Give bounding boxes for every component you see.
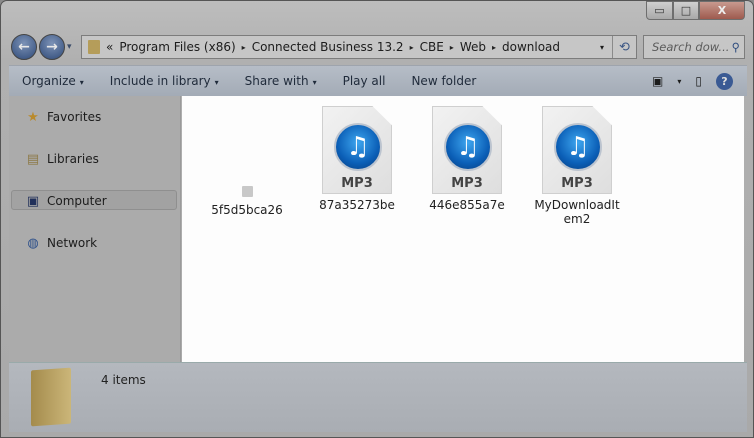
sidebar-item-label: Favorites	[47, 110, 102, 124]
sidebar-item-network[interactable]: ◍ Network	[25, 235, 97, 251]
explorer-window: ▭ □ X ← → ▾ « Program Files (x86) ▸ Conne…	[0, 0, 754, 438]
preview-pane-icon[interactable]: ▯	[695, 74, 702, 88]
view-options-icon[interactable]: ▣	[652, 74, 663, 88]
chevron-down-icon: ▾	[79, 78, 84, 87]
file-type-label: MP3	[451, 176, 483, 191]
mp3-file-icon: ♫ MP3	[432, 106, 502, 194]
navigation: ← → ▾	[11, 34, 72, 60]
library-icon: ▤	[26, 151, 40, 167]
mp3-file-icon: ♫ MP3	[542, 106, 612, 194]
share-with-button[interactable]: Share with ▾	[232, 74, 330, 88]
sidebar-item-computer[interactable]: ▣ Computer	[25, 193, 107, 209]
navigation-pane: ★ Favorites ▤ Libraries ▣ Computer ◍ Network	[9, 96, 181, 362]
breadcrumb-download[interactable]: download	[496, 40, 566, 54]
caption-buttons: ▭ □ X	[646, 1, 745, 20]
file-item[interactable]: ♫ MP3 87a35273be	[312, 106, 402, 212]
search-icon[interactable]: ⚲	[732, 40, 744, 54]
search-input[interactable]: Search dow... ⚲	[643, 35, 745, 59]
mp3-file-icon: ♫ MP3	[322, 106, 392, 194]
address-bar[interactable]: « Program Files (x86) ▸ Connected Busines…	[81, 35, 637, 59]
forward-button[interactable]: →	[39, 34, 65, 60]
file-name: MyDownloadItem2	[534, 198, 620, 226]
organize-button[interactable]: Organize ▾	[9, 74, 97, 88]
include-in-library-button[interactable]: Include in library ▾	[97, 74, 232, 88]
maximize-button[interactable]: □	[673, 1, 699, 20]
overflow-chevron[interactable]: «	[106, 40, 113, 54]
command-bar: Organize ▾ Include in library ▾ Share with…	[9, 65, 747, 96]
file-list: 5f5d5bca26 ♫ MP3 87a35273be ♫ MP3 446e855a…	[182, 96, 744, 362]
close-button[interactable]: X	[699, 1, 745, 20]
chevron-down-icon: ▾	[312, 78, 317, 87]
details-pane: 4 items	[9, 362, 747, 432]
file-item[interactable]: ♫ MP3 MyDownloadItem2	[532, 106, 622, 226]
organize-label: Organize	[22, 74, 76, 88]
file-item[interactable]: 5f5d5bca26	[202, 186, 292, 217]
music-note-icon: ♫	[444, 123, 492, 171]
breadcrumb-program-files[interactable]: Program Files (x86)	[113, 40, 241, 54]
computer-icon: ▣	[26, 193, 40, 209]
folder-icon	[88, 40, 100, 54]
folder-icon	[31, 367, 71, 427]
help-icon[interactable]: ?	[716, 72, 733, 90]
breadcrumb-web[interactable]: Web	[454, 40, 492, 54]
star-icon: ★	[27, 109, 39, 125]
refresh-button[interactable]: ⟲	[612, 36, 636, 58]
address-dropdown-icon[interactable]: ▾	[600, 43, 612, 52]
sidebar-item-favorites[interactable]: ★ Favorites	[25, 109, 101, 125]
network-icon: ◍	[27, 235, 39, 251]
sidebar-item-label: Network	[47, 236, 98, 250]
back-button[interactable]: ←	[11, 34, 37, 60]
breadcrumb-connected-business[interactable]: Connected Business 13.2	[246, 40, 410, 54]
play-all-button[interactable]: Play all	[330, 74, 399, 88]
minimize-button[interactable]: ▭	[646, 1, 673, 20]
share-label: Share with	[244, 74, 309, 88]
music-note-icon: ♫	[554, 123, 602, 171]
file-name: 5f5d5bca26	[211, 203, 283, 217]
file-type-label: MP3	[561, 176, 593, 191]
include-label: Include in library	[109, 74, 211, 88]
file-item[interactable]: ♫ MP3 446e855a7e	[422, 106, 512, 212]
search-placeholder: Search dow...	[652, 40, 730, 54]
item-count: 4 items	[101, 373, 146, 387]
file-type-label: MP3	[341, 176, 373, 191]
chevron-down-icon: ▾	[214, 78, 219, 87]
music-note-icon: ♫	[334, 123, 382, 171]
file-name: 87a35273be	[319, 198, 395, 212]
view-dropdown-icon[interactable]: ▾	[677, 77, 681, 86]
generic-file-icon	[241, 186, 253, 197]
sidebar-item-label: Computer	[47, 194, 107, 208]
sidebar-item-label: Libraries	[47, 152, 99, 166]
file-name: 446e855a7e	[429, 198, 505, 212]
breadcrumb-cbe[interactable]: CBE	[414, 40, 450, 54]
recent-pages-dropdown[interactable]: ▾	[67, 42, 72, 52]
new-folder-button[interactable]: New folder	[398, 74, 489, 88]
sidebar-item-libraries[interactable]: ▤ Libraries	[25, 151, 99, 167]
